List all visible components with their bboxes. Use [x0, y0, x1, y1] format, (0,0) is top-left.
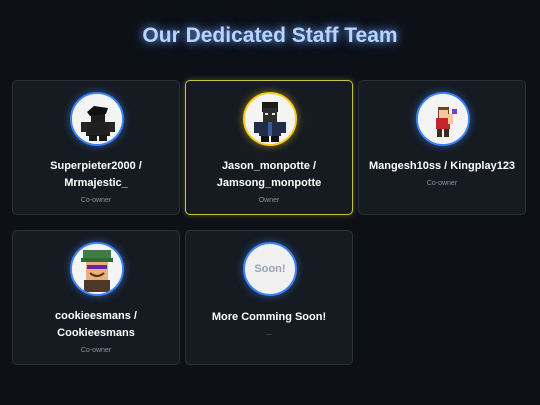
staff-name: Superpieter2000 / Mrmajestic_	[50, 160, 142, 189]
avatar	[243, 92, 297, 146]
roblox-avatar-icon	[245, 94, 295, 144]
staff-card: Superpieter2000 / Mrmajestic_ Co-owner	[12, 80, 180, 215]
avatar-placeholder: Soon!	[243, 242, 297, 296]
staff-role: Owner	[258, 197, 280, 204]
staff-role: Co-owner	[80, 197, 112, 204]
roblox-avatar-icon	[72, 244, 122, 294]
staff-name: Mangesh10ss / Kingplay123	[368, 160, 516, 172]
staff-role: Co-owner	[426, 180, 458, 187]
staff-card-placeholder: Soon! More Comming Soon! ...	[185, 230, 353, 365]
avatar	[70, 92, 124, 146]
staff-card-owner: Jason_monpotte / Jamsong_monpotte Owner	[185, 80, 353, 215]
staff-role: ...	[266, 330, 272, 337]
avatar	[416, 92, 470, 146]
page-title: Our Dedicated Staff Team	[142, 24, 398, 47]
staff-role: Co-owner	[80, 347, 112, 354]
staff-name: cookieesmans / Cookieesmans	[55, 310, 137, 339]
staff-card: cookieesmans / Cookieesmans Co-owner	[12, 230, 180, 365]
staff-name: More Comming Soon!	[211, 311, 327, 323]
roblox-avatar-icon	[72, 94, 122, 144]
staff-card: Mangesh10ss / Kingplay123 Co-owner	[358, 80, 526, 215]
staff-page: Our Dedicated Staff Team Superpieter2000…	[0, 0, 540, 405]
avatar	[70, 242, 124, 296]
roblox-avatar-icon	[418, 94, 468, 144]
staff-name: Jason_monpotte / Jamsong_monpotte	[216, 160, 322, 189]
